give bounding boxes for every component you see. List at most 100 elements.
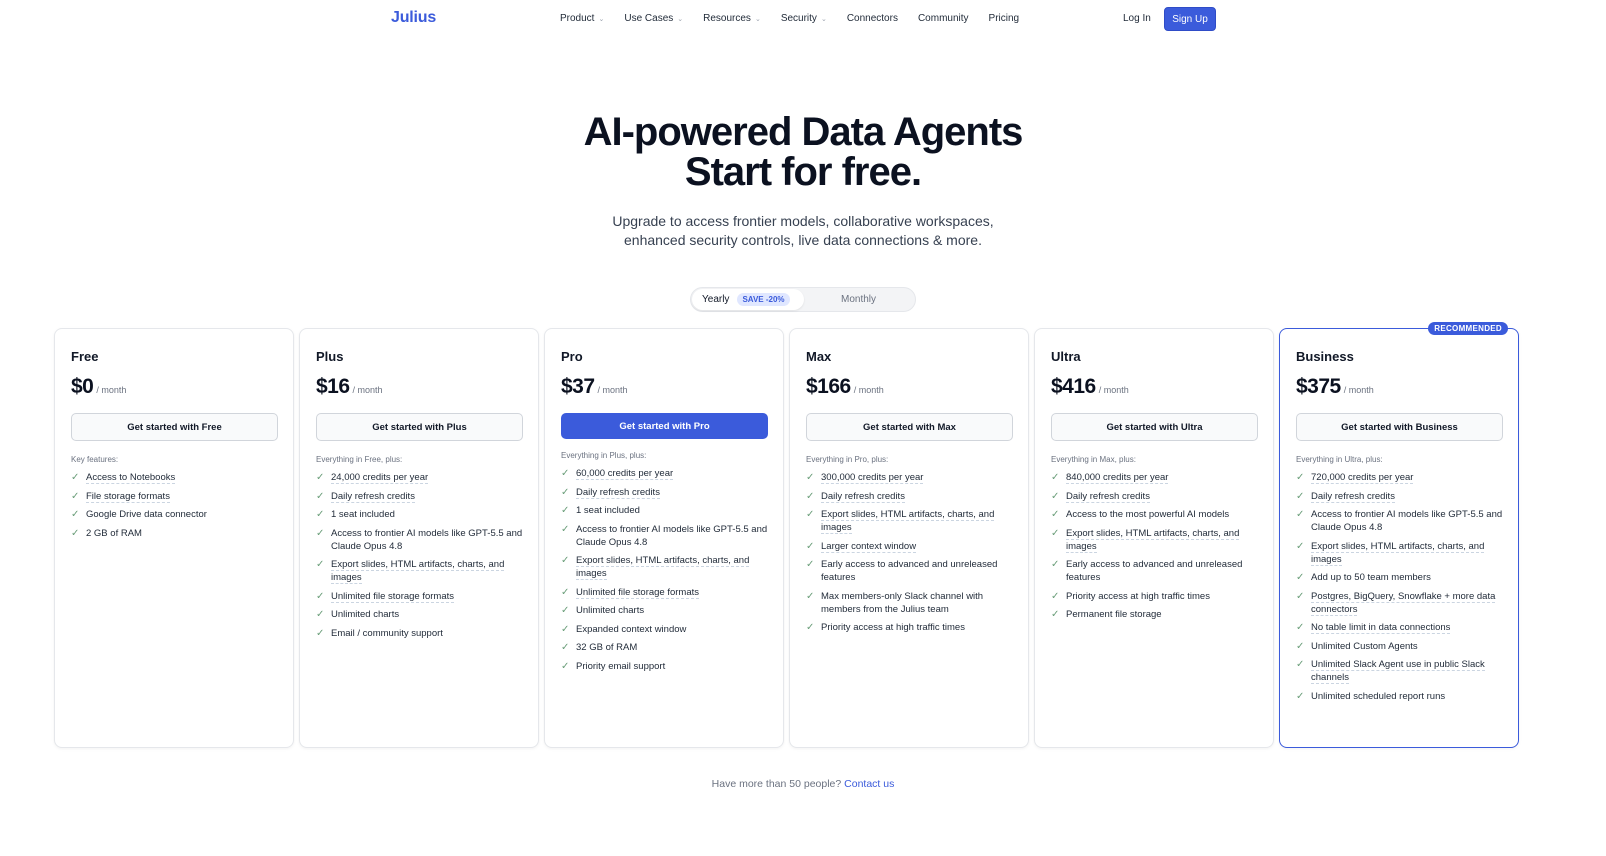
billing-yearly-option[interactable]: Yearly SAVE -20%: [692, 289, 804, 310]
feature-item: ✓ Daily refresh credits: [1296, 490, 1508, 503]
check-icon: ✓: [806, 590, 815, 602]
julius-logo[interactable]: Julius: [391, 9, 436, 27]
feature-item: ✓ Daily refresh credits: [316, 490, 528, 503]
nav-link-product[interactable]: Product ⌄: [560, 13, 604, 24]
feature-text[interactable]: File storage formats: [86, 490, 170, 503]
login-link[interactable]: Log In: [1123, 13, 1151, 24]
feature-item: ✓ 1 seat included: [561, 504, 773, 517]
nav-link-security[interactable]: Security ⌄: [781, 13, 827, 24]
check-icon: ✓: [316, 509, 325, 520]
check-icon: ✓: [561, 505, 570, 516]
footer-question: Have more than 50 people?: [711, 778, 842, 790]
feature-text[interactable]: Export slides, HTML artifacts, charts, a…: [331, 559, 505, 584]
feature-text[interactable]: Unlimited Slack Agent use in public Slac…: [1311, 659, 1485, 684]
plan-name: Pro: [561, 349, 583, 364]
feature-text: Early access to advanced and unreleased …: [1066, 559, 1243, 583]
get-started-business-button[interactable]: Get started with Business: [1296, 413, 1503, 441]
check-icon: ✓: [561, 642, 570, 653]
feature-text[interactable]: Export slides, HTML artifacts, charts, a…: [576, 555, 750, 580]
feature-text[interactable]: Daily refresh credits: [821, 490, 905, 503]
feature-text[interactable]: Daily refresh credits: [1066, 490, 1150, 503]
feature-item: ✓ Unlimited file storage formats: [561, 586, 773, 599]
feature-text[interactable]: 300,000 credits per year: [821, 472, 924, 484]
feature-text: Unlimited Custom Agents: [1311, 640, 1418, 652]
feature-text[interactable]: Unlimited file storage formats: [576, 586, 700, 599]
check-icon: ✓: [316, 627, 325, 639]
plan-price: $37 / month: [561, 375, 628, 399]
check-icon: ✓: [316, 527, 325, 539]
get-started-max-button[interactable]: Get started with Max: [806, 413, 1013, 441]
contact-us-link[interactable]: Contact us: [844, 778, 894, 790]
plan-price: $16 / month: [316, 375, 383, 399]
feature-text[interactable]: Daily refresh credits: [1311, 490, 1395, 503]
chevron-down-icon: ⌄: [598, 15, 605, 23]
check-icon: ✓: [806, 509, 815, 520]
feature-text[interactable]: 60,000 credits per year: [576, 468, 674, 480]
nav-link-label: Community: [917, 13, 969, 24]
get-started-plus-button[interactable]: Get started with Plus: [316, 413, 523, 441]
feature-text[interactable]: Export slides, HTML artifacts, charts, a…: [821, 509, 995, 534]
feature-text: Expanded context window: [576, 623, 687, 635]
nav-link-community[interactable]: Community: [918, 13, 969, 24]
plan-card-plus: Plus $16 / month Get started with Plus Ev…: [299, 328, 539, 748]
feature-text: 32 GB of RAM: [576, 642, 638, 653]
feature-text[interactable]: No table limit in data connections: [1311, 622, 1451, 634]
feature-text[interactable]: Export slides, HTML artifacts, charts, a…: [1066, 527, 1240, 553]
feature-text: Access to the most powerful AI models: [1066, 509, 1230, 520]
billing-monthly-option[interactable]: Monthly: [841, 294, 876, 305]
feature-text: Unlimited charts: [331, 609, 400, 620]
nav-link-pricing[interactable]: Pricing: [989, 13, 1020, 24]
check-icon: ✓: [71, 527, 80, 539]
feature-text[interactable]: Export slides, HTML artifacts, charts, a…: [1311, 540, 1485, 566]
feature-text: Permanent file storage: [1066, 609, 1162, 620]
get-started-pro-button[interactable]: Get started with Pro: [561, 413, 768, 439]
feature-item: ✓ Larger context window: [806, 540, 1018, 553]
feature-item: ✓ Export slides, HTML artifacts, charts,…: [1296, 540, 1508, 566]
nav-link-label: Pricing: [988, 13, 1020, 24]
feature-item: ✓ Daily refresh credits: [806, 490, 1018, 503]
price-period: / month: [1098, 385, 1129, 395]
signup-button[interactable]: Sign Up: [1164, 7, 1216, 31]
feature-item: ✓ No table limit in data connections: [1296, 621, 1508, 634]
feature-list: ✓ 720,000 credits per year ✓ Daily refre…: [1296, 471, 1508, 708]
feature-text: 1 seat included: [576, 505, 640, 516]
check-icon: ✓: [1051, 590, 1060, 602]
price-amount: $0: [71, 375, 94, 398]
plan-name: Max: [806, 349, 832, 364]
check-icon: ✓: [1296, 472, 1305, 483]
hero-subtitle-line-1: Upgrade to access frontier models, colla…: [612, 213, 994, 229]
hero-title-line-2: Start for free.: [684, 150, 922, 194]
feature-text[interactable]: 24,000 credits per year: [331, 472, 429, 484]
feature-text[interactable]: 720,000 credits per year: [1311, 472, 1414, 484]
features-heading: Everything in Free, plus:: [316, 455, 403, 464]
feature-text[interactable]: Daily refresh credits: [576, 486, 660, 499]
feature-text: Unlimited scheduled report runs: [1311, 690, 1446, 702]
yearly-label: Yearly: [702, 294, 730, 305]
get-started-ultra-button[interactable]: Get started with Ultra: [1051, 413, 1258, 441]
feature-item: ✓ Access to frontier AI models like GPT-…: [1296, 508, 1508, 534]
features-heading: Key features:: [71, 455, 119, 464]
top-navigation: Julius Product ⌄ Use Cases ⌄ Resources ⌄ Secur…: [0, 0, 1606, 40]
feature-text[interactable]: 840,000 credits per year: [1066, 472, 1169, 484]
nav-link-use-cases[interactable]: Use Cases ⌄: [624, 13, 683, 24]
feature-text[interactable]: Unlimited file storage formats: [331, 590, 455, 603]
feature-list: ✓ Access to Notebooks ✓ File storage for…: [71, 471, 283, 545]
feature-text: Priority email support: [576, 660, 666, 672]
feature-text[interactable]: Daily refresh credits: [331, 490, 415, 503]
price-amount: $416: [1051, 375, 1096, 398]
nav-link-resources[interactable]: Resources ⌄: [703, 13, 761, 24]
check-icon: ✓: [806, 472, 815, 483]
feature-text[interactable]: Larger context window: [821, 540, 917, 553]
price-amount: $37: [561, 375, 595, 398]
get-started-free-button[interactable]: Get started with Free: [71, 413, 278, 441]
check-icon: ✓: [806, 622, 815, 633]
check-icon: ✓: [1051, 527, 1060, 539]
feature-text[interactable]: Postgres, BigQuery, Snowflake + more dat…: [1311, 590, 1496, 616]
hero-title-line-1: AI-powered Data Agents: [583, 110, 1024, 154]
nav-link-connectors[interactable]: Connectors: [847, 13, 898, 24]
check-icon: ✓: [1051, 509, 1060, 520]
feature-text[interactable]: Access to Notebooks: [86, 472, 176, 484]
feature-item: ✓ Add up to 50 team members: [1296, 571, 1508, 584]
feature-item: ✓ Export slides, HTML artifacts, charts,…: [561, 554, 773, 580]
feature-item: ✓ Access to Notebooks: [71, 471, 283, 484]
